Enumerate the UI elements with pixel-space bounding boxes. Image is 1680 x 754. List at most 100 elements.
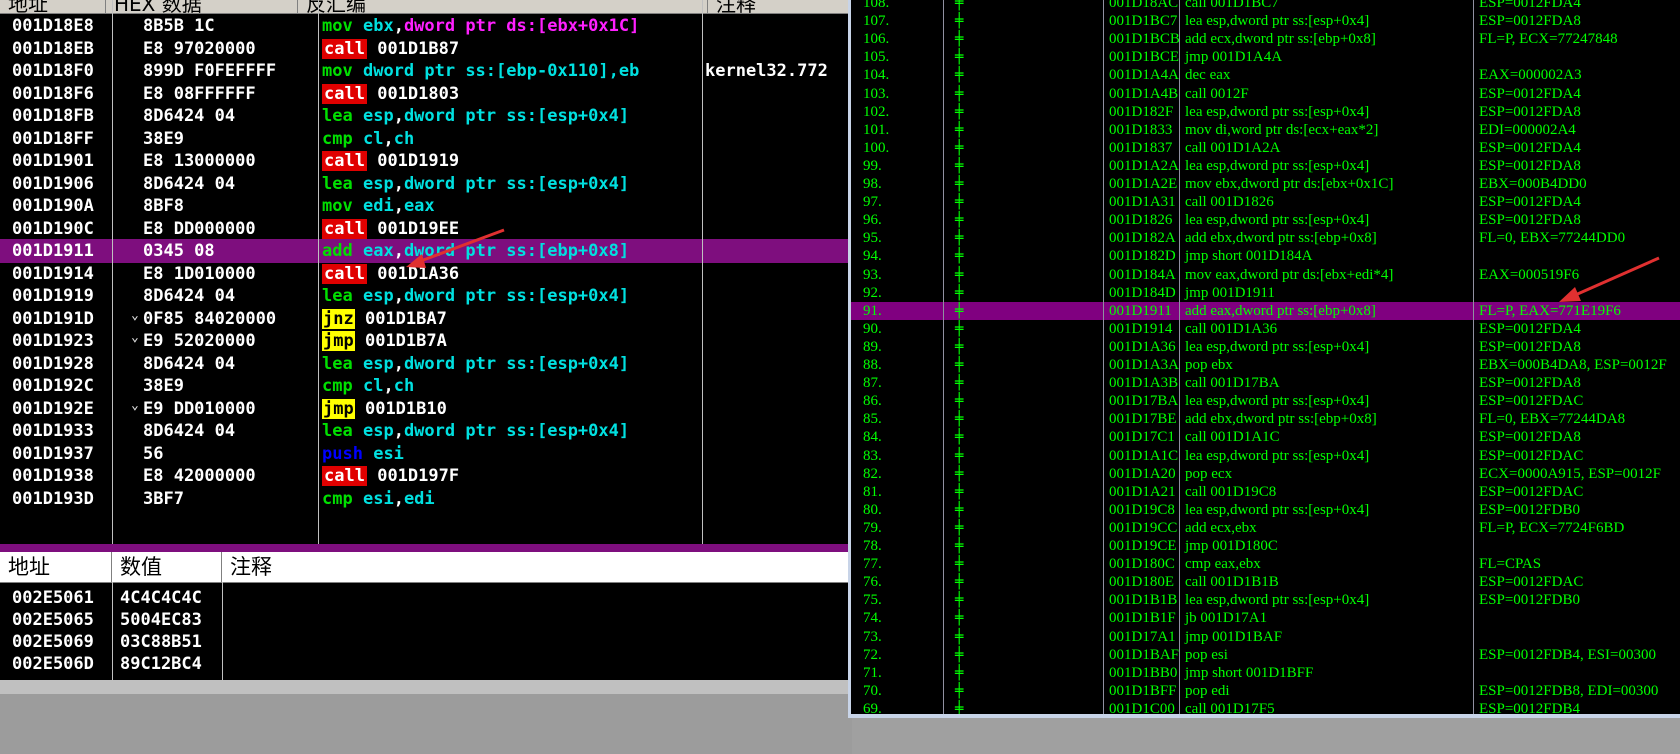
trace-address: 001D182A	[1109, 230, 1176, 247]
trace-row[interactable]: 101. ╪ 001D1833 mov di,word ptr ds:[ecx+eax…	[851, 121, 1680, 139]
trace-row[interactable]: 96. ╪ 001D1826 lea esp,dword ptr ss:[esp+0x…	[851, 211, 1680, 229]
col-comment-header[interactable]: 注释	[708, 0, 852, 16]
instruction-row[interactable]: 001D1901 E8 13000000 call 001D1919	[0, 149, 852, 173]
trace-row[interactable]: 87. ╪ 001D1A3B call 001D17BA ESP=0012FDA8	[851, 374, 1680, 392]
trace-row[interactable]: 69. ╪ 001D1C00 call 001D17F5 ESP=0012FDB4	[851, 700, 1680, 714]
trace-row[interactable]: 94. ╪ 001D182D jmp short 001D184A	[851, 247, 1680, 265]
instruction-row[interactable]: 001D1914 E8 1D010000 call 001D1A36	[0, 262, 852, 286]
col-value-header[interactable]: 数值	[112, 552, 222, 582]
trace-row[interactable]: 108. ╪ 001D18AC call 001D1BC7 ESP=0012FDA4	[851, 0, 1680, 12]
trace-row[interactable]: 79. ╪ 001D19CC add ecx,ebx FL=P, ECX=7724F6B…	[851, 519, 1680, 537]
trace-row[interactable]: 100. ╪ 001D1837 call 001D1A2A ESP=0012FDA4	[851, 139, 1680, 157]
instruction-address: 001D192E	[12, 398, 94, 419]
run-trace-window[interactable]: 108. ╪ 001D18AC call 001D1BC7 ESP=0012FDA4 10…	[848, 0, 1680, 718]
trace-row[interactable]: 107. ╪ 001D1BC7 lea esp,dword ptr ss:[esp+0…	[851, 12, 1680, 30]
col-address-header[interactable]: 地址	[0, 552, 112, 582]
instruction-row[interactable]: 001D1923 ⌄ E9 52020000 jmp 001D1B7A	[0, 329, 852, 353]
operand: dword ptr ds:[ebx+0x1C]	[403, 16, 640, 36]
col-address-header[interactable]: 地址	[0, 0, 106, 16]
trace-row[interactable]: 90. ╪ 001D1914 call 001D1A36 ESP=0012FDA4	[851, 320, 1680, 338]
trace-row[interactable]: 105. ╪ 001D1BCE jmp 001D1A4A	[851, 48, 1680, 66]
trace-row[interactable]: 104. ╪ 001D1A4A dec eax EAX=000002A3	[851, 66, 1680, 84]
trace-row[interactable]: 93. ╪ 001D184A mov eax,dword ptr ds:[ebx+ed…	[851, 266, 1680, 284]
trace-row[interactable]: 76. ╪ 001D180E call 001D1B1B ESP=0012FDAC	[851, 573, 1680, 591]
trace-row[interactable]: 85. ╪ 001D17BE add ebx,dword ptr ss:[ebp+0x…	[851, 410, 1680, 428]
instruction-row[interactable]: 001D190A 8BF8 mov edi,eax	[0, 194, 852, 218]
instruction-row[interactable]: 001D1933 8D6424 04 lea esp,dword ptr ss:[e…	[0, 419, 852, 443]
trace-registers: ESP=0012FDB0	[1479, 501, 1580, 518]
dump-row[interactable]: 002E506D 89C12BC4	[0, 652, 852, 676]
thread-tick-icon: ╪	[955, 538, 964, 554]
trace-row[interactable]: 82. ╪ 001D1A20 pop ecx ECX=0000A915, ESP=001…	[851, 465, 1680, 483]
instruction-text: call 001D197F	[322, 464, 459, 488]
dump-row[interactable]: 002E5069 03C88B51	[0, 630, 852, 654]
trace-registers: ESP=0012FDB0	[1479, 592, 1580, 609]
mnemonic: add	[322, 241, 353, 261]
col-comment-header[interactable]: 注释	[222, 552, 852, 582]
instruction-row[interactable]: 001D1937 56 push esi	[0, 442, 852, 466]
operand: ,	[383, 376, 394, 396]
trace-row[interactable]: 97. ╪ 001D1A31 call 001D1826 ESP=0012FDA4	[851, 193, 1680, 211]
trace-row[interactable]: 86. ╪ 001D17BA lea esp,dword ptr ss:[esp+0x…	[851, 392, 1680, 410]
dump-row[interactable]: 002E5061 4C4C4C4C	[0, 586, 852, 610]
trace-row[interactable]: 92. ╪ 001D184D jmp 001D1911	[851, 284, 1680, 302]
trace-row[interactable]: 74. ╪ 001D1B1F jb 001D17A1	[851, 609, 1680, 627]
instruction-row[interactable]: 001D18FB 8D6424 04 lea esp,dword ptr ss:[e…	[0, 104, 852, 128]
instruction-row[interactable]: 001D191D ⌄ 0F85 84020000 jnz 001D1BA7	[0, 307, 852, 331]
trace-row[interactable]: 95. ╪ 001D182A add ebx,dword ptr ss:[ebp+0x…	[851, 229, 1680, 247]
instruction-row[interactable]: 001D18F6 E8 08FFFFFF call 001D1803	[0, 82, 852, 106]
trace-row[interactable]: 81. ╪ 001D1A21 call 001D19C8 ESP=0012FDAC	[851, 483, 1680, 501]
trace-row[interactable]: 71. ╪ 001D1BB0 jmp short 001D1BFF	[851, 664, 1680, 682]
instruction-hex: E8 13000000	[143, 151, 256, 171]
mnemonic: mov	[322, 16, 353, 36]
selected-instruction-row[interactable]: 001D1911 0345 08 add eax,dword ptr ss:[ebp…	[0, 239, 852, 263]
dump-row[interactable]: 002E5065 5004EC83	[0, 608, 852, 632]
trace-row[interactable]: 83. ╪ 001D1A1C lea esp,dword ptr ss:[esp+0x…	[851, 447, 1680, 465]
trace-row[interactable]: 99. ╪ 001D1A2A lea esp,dword ptr ss:[esp+0x…	[851, 157, 1680, 175]
trace-row[interactable]: 78. ╪ 001D19CE jmp 001D180C	[851, 537, 1680, 555]
dump-value: 03C88B51	[120, 632, 202, 652]
dump-value: 89C12BC4	[120, 654, 202, 674]
instruction-row[interactable]: 001D18FF 38E9 cmp cl,ch	[0, 127, 852, 151]
trace-step-number: 77.	[863, 556, 882, 573]
instruction-row[interactable]: 001D192E ⌄ E9 DD010000 jmp 001D1B10	[0, 397, 852, 421]
trace-row[interactable]: 88. ╪ 001D1A3A pop ebx EBX=000B4DA8, ESP=001…	[851, 356, 1680, 374]
instruction-row[interactable]: 001D1919 8D6424 04 lea esp,dword ptr ss:[e…	[0, 284, 852, 308]
instruction-text: cmp cl,ch	[322, 127, 414, 151]
disassembly-pane[interactable]: 地址 HEX 数据 反汇编 注释 001D18E8 8B5B 1C mov ebx,…	[0, 0, 852, 544]
trace-row[interactable]: 75. ╪ 001D1B1B lea esp,dword ptr ss:[esp+0x…	[851, 591, 1680, 609]
column-divider	[222, 582, 223, 680]
trace-row[interactable]: 106. ╪ 001D1BCB add ecx,dword ptr ss:[ebp+0…	[851, 30, 1680, 48]
trace-address: 001D1BAF	[1109, 646, 1180, 663]
trace-row[interactable]: 80. ╪ 001D19C8 lea esp,dword ptr ss:[esp+0x…	[851, 501, 1680, 519]
instruction-row[interactable]: 001D1928 8D6424 04 lea esp,dword ptr ss:[e…	[0, 352, 852, 376]
trace-row[interactable]: 103. ╪ 001D1A4B call 0012F ESP=0012FDA4	[851, 85, 1680, 103]
instruction-row[interactable]: 001D190C E8 DD000000 call 001D19EE	[0, 217, 852, 241]
trace-row[interactable]: 77. ╪ 001D180C cmp eax,ebx FL=CPAS	[851, 555, 1680, 573]
pane-splitter[interactable]	[0, 544, 852, 552]
instruction-row[interactable]: 001D1906 8D6424 04 lea esp,dword ptr ss:[e…	[0, 172, 852, 196]
trace-step-number: 88.	[863, 357, 882, 373]
col-disasm-header[interactable]: 反汇编	[298, 0, 708, 16]
instruction-address: 001D18FF	[12, 128, 94, 149]
instruction-row[interactable]: 001D193D 3BF7 cmp esi,edi	[0, 487, 852, 511]
trace-row[interactable]: 102. ╪ 001D182F lea esp,dword ptr ss:[esp+0…	[851, 103, 1680, 121]
trace-row[interactable]: 72. ╪ 001D1BAF pop esi ESP=0012FDB4, ESI=003…	[851, 646, 1680, 664]
instruction-address: 001D1914	[12, 263, 94, 284]
trace-step-number: 106.	[863, 31, 890, 48]
operand: ,	[383, 128, 394, 149]
instruction-row[interactable]: 001D18E8 8B5B 1C mov ebx,dword ptr ds:[ebx…	[0, 14, 852, 38]
selected-trace-row[interactable]: 91. ╪ 001D1911 add eax,dword ptr ss:[ebp+0x…	[851, 301, 1680, 320]
trace-row[interactable]: 73. ╪ 001D17A1 jmp 001D1BAF	[851, 628, 1680, 646]
memory-dump-pane[interactable]: 地址 数值 注释 002E5061 4C4C4C4C 002E5065 5004EC8…	[0, 552, 852, 680]
trace-row[interactable]: 98. ╪ 001D1A2E mov ebx,dword ptr ds:[ebx+0x…	[851, 175, 1680, 193]
trace-row[interactable]: 84. ╪ 001D17C1 call 001D1A1C ESP=0012FDA8	[851, 428, 1680, 446]
instruction-row[interactable]: 001D18EB E8 97020000 call 001D1B87	[0, 37, 852, 61]
trace-row[interactable]: 70. ╪ 001D1BFF pop edi ESP=0012FDB8, EDI=003…	[851, 682, 1680, 700]
instruction-row[interactable]: 001D1938 E8 42000000 call 001D197F	[0, 464, 852, 488]
instruction-row[interactable]: 001D192C 38E9 cmp cl,ch	[0, 374, 852, 398]
col-hex-header[interactable]: HEX 数据	[106, 0, 298, 16]
instruction-row[interactable]: 001D18F0 899D F0FEFFFF mov dword ptr ss:[e…	[0, 59, 852, 83]
trace-row[interactable]: 89. ╪ 001D1A36 lea esp,dword ptr ss:[esp+0x…	[851, 338, 1680, 356]
thread-tick-icon: ╪	[955, 664, 964, 681]
